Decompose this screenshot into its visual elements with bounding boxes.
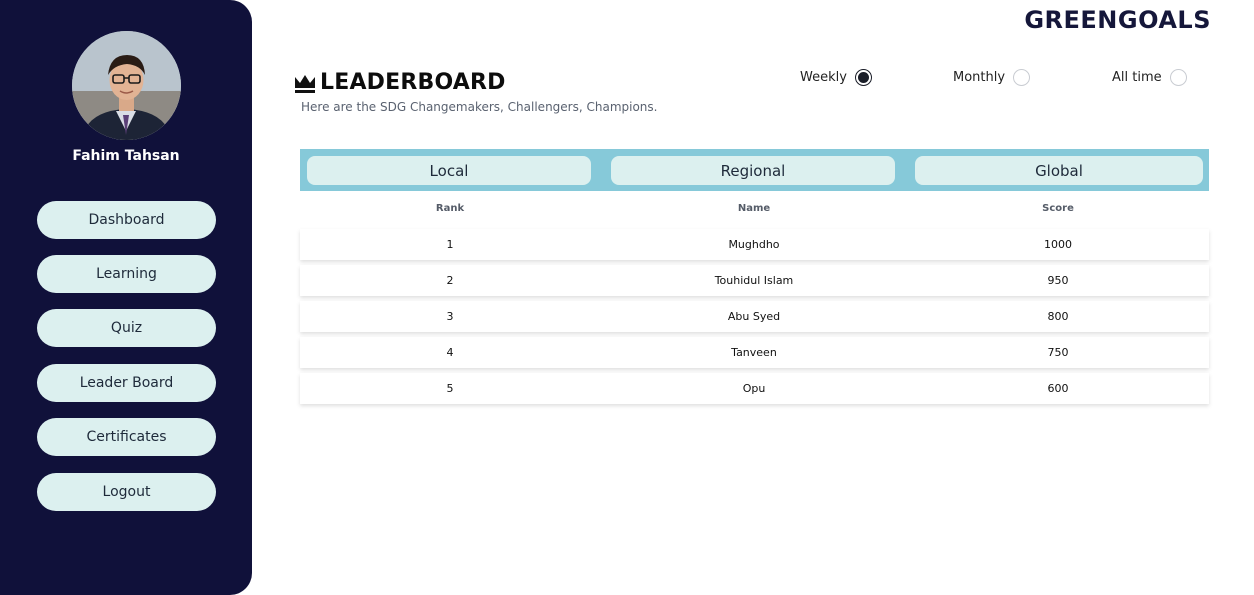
rank-cell: 5 bbox=[446, 382, 454, 395]
rank-cell: 3 bbox=[446, 310, 454, 323]
scope-tab-bar: Local Regional Global bbox=[300, 149, 1209, 191]
nav-leaderboard-button[interactable]: Leader Board bbox=[37, 364, 216, 402]
score-cell: 950 bbox=[1047, 274, 1069, 287]
table-row: 1 Mughdho 1000 bbox=[300, 229, 1209, 260]
radio-unchecked-icon[interactable] bbox=[1169, 69, 1187, 86]
nav-dashboard-button[interactable]: Dashboard bbox=[37, 201, 216, 239]
page-header: LEADERBOARD bbox=[294, 70, 506, 95]
user-name: Fahim Tahsan bbox=[72, 148, 180, 164]
period-weekly-option[interactable]: Weekly bbox=[800, 69, 872, 86]
radio-checked-icon[interactable] bbox=[854, 69, 872, 86]
name-cell: Touhidul Islam bbox=[714, 274, 794, 287]
table-row: 2 Touhidul Islam 950 bbox=[300, 265, 1209, 296]
period-alltime-option[interactable]: All time bbox=[1112, 69, 1187, 86]
period-monthly-option[interactable]: Monthly bbox=[953, 69, 1031, 86]
table-row: 4 Tanveen 750 bbox=[300, 337, 1209, 368]
nav-learning-button[interactable]: Learning bbox=[37, 255, 216, 293]
nav-certificates-button[interactable]: Certificates bbox=[37, 418, 216, 456]
table-row: 5 Opu 600 bbox=[300, 373, 1209, 404]
name-cell: Mughdho bbox=[728, 238, 780, 251]
name-cell: Abu Syed bbox=[727, 310, 781, 323]
period-weekly-label: Weekly bbox=[800, 70, 847, 85]
logout-button[interactable]: Logout bbox=[37, 473, 216, 511]
rank-cell: 4 bbox=[446, 346, 454, 359]
score-cell: 1000 bbox=[1044, 238, 1072, 251]
rank-cell: 2 bbox=[446, 274, 454, 287]
name-cell: Tanveen bbox=[731, 346, 777, 359]
radio-unchecked-icon[interactable] bbox=[1013, 69, 1031, 86]
column-header-score: Score bbox=[1042, 203, 1074, 214]
column-header-name: Name bbox=[737, 203, 771, 214]
sidebar: Fahim Tahsan Dashboard Learning Quiz Lea… bbox=[0, 0, 252, 595]
brand-logo: GREENGOALS bbox=[1024, 6, 1211, 34]
page-title: LEADERBOARD bbox=[320, 70, 506, 95]
nav-quiz-button[interactable]: Quiz bbox=[37, 309, 216, 347]
score-cell: 750 bbox=[1047, 346, 1069, 359]
column-header-rank: Rank bbox=[435, 203, 465, 214]
crown-icon bbox=[295, 74, 315, 93]
period-monthly-label: Monthly bbox=[953, 70, 1006, 85]
tab-regional[interactable]: Regional bbox=[611, 156, 895, 185]
page-subtitle: Here are the SDG Changemakers, Challenge… bbox=[301, 100, 658, 114]
profile-photo bbox=[72, 31, 181, 140]
period-alltime-label: All time bbox=[1112, 70, 1162, 85]
rank-cell: 1 bbox=[446, 238, 454, 251]
tab-global[interactable]: Global bbox=[915, 156, 1203, 185]
score-cell: 600 bbox=[1047, 382, 1069, 395]
avatar bbox=[72, 31, 181, 140]
score-cell: 800 bbox=[1047, 310, 1069, 323]
table-row: 3 Abu Syed 800 bbox=[300, 301, 1209, 332]
tab-local[interactable]: Local bbox=[307, 156, 591, 185]
name-cell: Opu bbox=[742, 382, 766, 395]
